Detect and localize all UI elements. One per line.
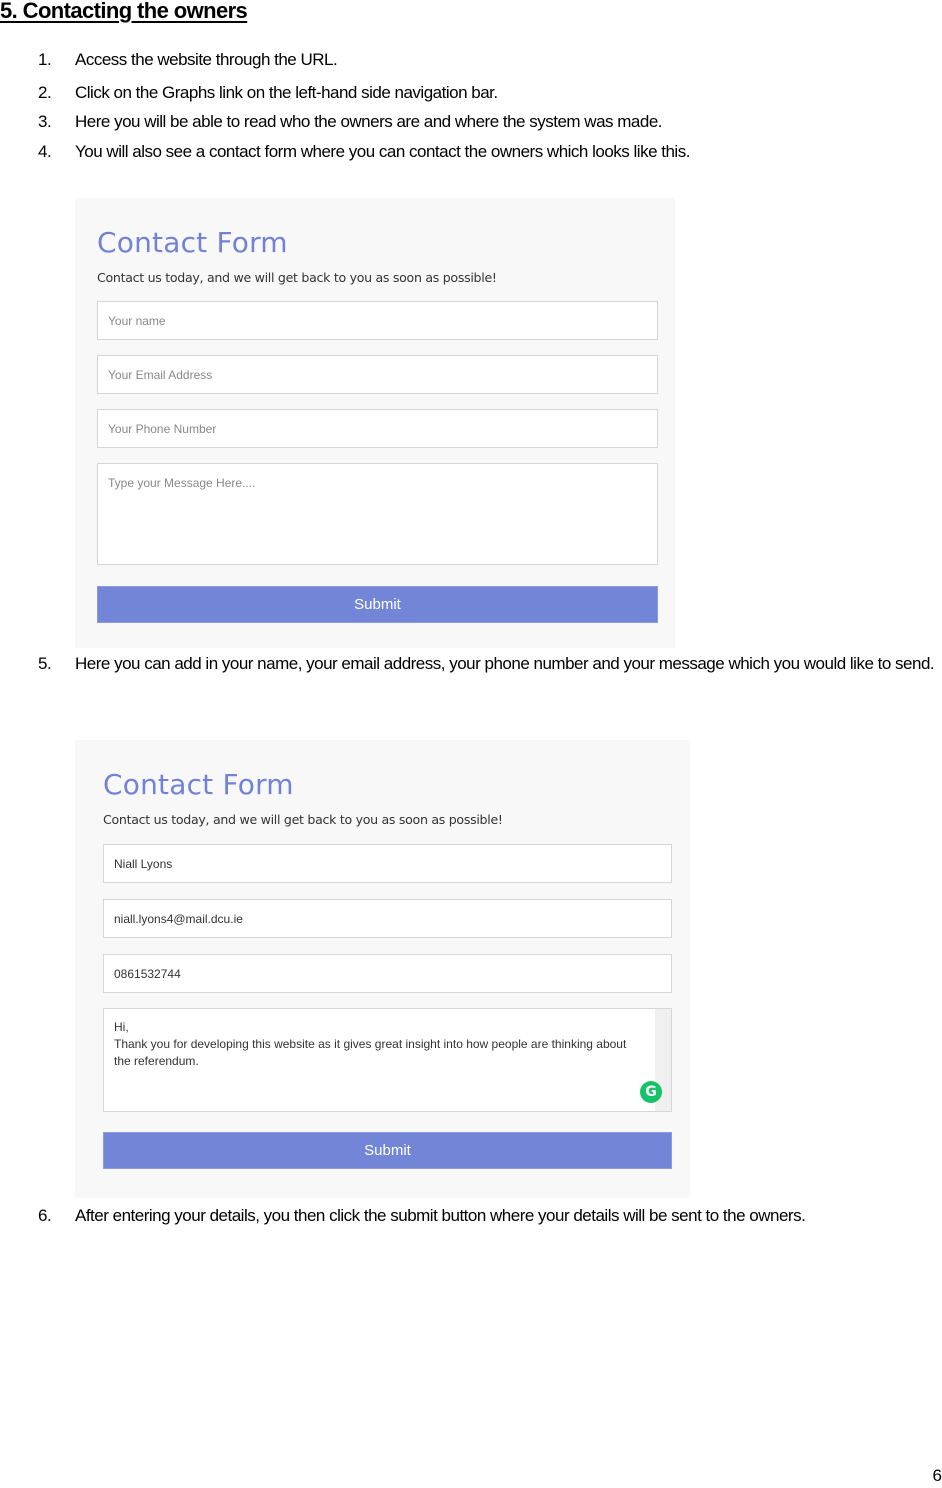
- section-heading: 5. Contacting the owners: [0, 0, 248, 23]
- step-text: Here you will be able to read who the ow…: [75, 112, 663, 131]
- step-text: Access the website through the URL.: [75, 50, 338, 69]
- message-textarea[interactable]: Type your Message Here....: [97, 463, 658, 565]
- form-title: Contact Form: [103, 768, 294, 801]
- step-number: 4.: [38, 142, 52, 161]
- step-item: 2. Click on the Graphs link on the left-…: [38, 79, 938, 107]
- form-subtitle: Contact us today, and we will get back t…: [97, 270, 497, 285]
- step-text: After entering your details, you then cl…: [75, 1206, 806, 1225]
- phone-input[interactable]: Your Phone Number: [97, 409, 658, 448]
- step-item: 1. Access the website through the URL.: [38, 46, 938, 74]
- step-item: 3. Here you will be able to read who the…: [38, 108, 938, 136]
- form-subtitle: Contact us today, and we will get back t…: [103, 812, 503, 827]
- step-item: 5. Here you can add in your name, your e…: [38, 650, 938, 678]
- step-text: You will also see a contact form where y…: [75, 142, 690, 161]
- message-line: Hi,: [114, 1020, 129, 1034]
- form-title: Contact Form: [97, 226, 288, 259]
- step-text: Here you can add in your name, your emai…: [75, 654, 935, 673]
- step-item: 4. You will also see a contact form wher…: [38, 138, 938, 166]
- message-textarea[interactable]: Hi, Thank you for developing this websit…: [103, 1008, 672, 1112]
- grammarly-icon[interactable]: G: [640, 1081, 662, 1103]
- email-input[interactable]: Your Email Address: [97, 355, 658, 394]
- name-input[interactable]: Your name: [97, 301, 658, 340]
- step-number: 1.: [38, 50, 52, 69]
- submit-button[interactable]: Submit: [103, 1132, 672, 1169]
- name-input[interactable]: Niall Lyons: [103, 844, 672, 883]
- step-text: Click on the Graphs link on the left-han…: [75, 83, 498, 102]
- phone-input[interactable]: 0861532744: [103, 954, 672, 993]
- email-input[interactable]: niall.lyons4@mail.dcu.ie: [103, 899, 672, 938]
- submit-button[interactable]: Submit: [97, 586, 658, 623]
- step-number: 6.: [38, 1206, 52, 1225]
- step-number: 2.: [38, 83, 52, 102]
- step-item: 6. After entering your details, you then…: [38, 1202, 938, 1230]
- contact-form-screenshot-filled: Contact Form Contact us today, and we wi…: [75, 740, 690, 1198]
- step-number: 5.: [38, 654, 52, 673]
- contact-form-screenshot-empty: Contact Form Contact us today, and we wi…: [75, 198, 675, 648]
- step-number: 3.: [38, 112, 52, 131]
- message-line: the referendum.: [114, 1054, 199, 1068]
- message-line: Thank you for developing this website as…: [114, 1037, 627, 1051]
- page-number: 6: [932, 1466, 942, 1485]
